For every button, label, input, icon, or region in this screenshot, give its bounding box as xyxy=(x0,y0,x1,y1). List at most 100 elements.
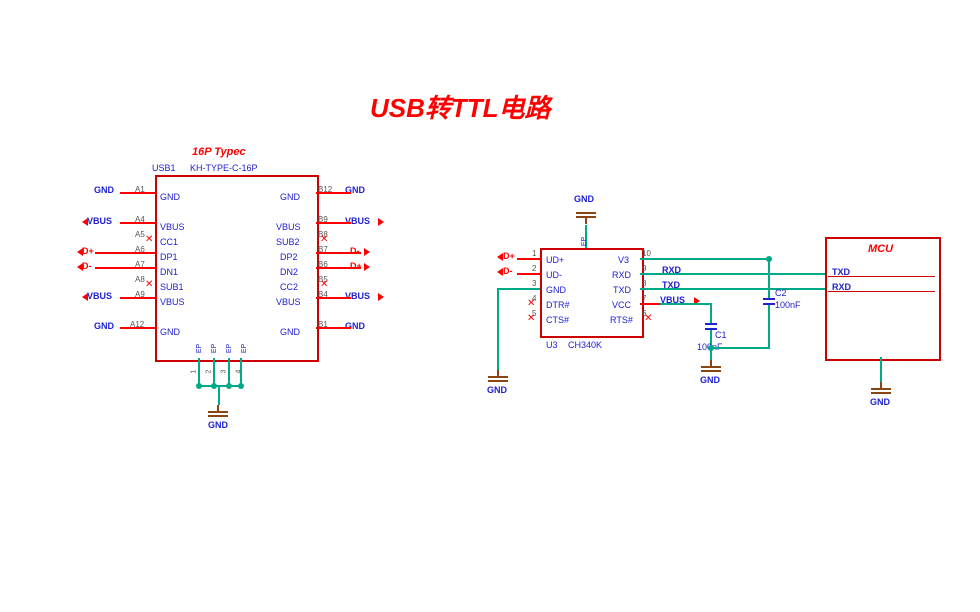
cap-plate xyxy=(705,323,717,325)
junction-dot xyxy=(766,256,772,262)
ground-symbol xyxy=(701,360,721,374)
pin-ep-num: 3 xyxy=(220,370,227,374)
net-gnd: GND xyxy=(94,185,114,195)
junction-dot xyxy=(211,383,217,389)
divider xyxy=(828,276,935,277)
arrow xyxy=(497,268,503,276)
net-vbus: VBUS xyxy=(87,291,112,301)
pin-gnd: GND xyxy=(546,285,566,295)
net-vbus: VBUS xyxy=(345,216,370,226)
cap-plate xyxy=(763,298,775,300)
pin-ep-num: 1 xyxy=(190,370,197,374)
mcu-title: MCU xyxy=(868,243,893,255)
junction-dot xyxy=(708,345,714,351)
ground-symbol xyxy=(871,382,891,396)
net-dplus: D+ xyxy=(350,261,362,271)
net-dminus: D- xyxy=(350,246,360,256)
pin-dp1: DP1 xyxy=(160,252,178,262)
wire xyxy=(316,222,351,224)
pin-dn2: DN2 xyxy=(280,267,298,277)
pin-cc2: CC2 xyxy=(280,282,298,292)
gnd-label: GND xyxy=(700,375,720,385)
wire xyxy=(497,288,499,370)
schematic-title: USB转TTL电路 xyxy=(370,88,551,125)
pin-vbus-l: VBUS xyxy=(160,222,185,232)
wire xyxy=(497,288,540,290)
junction-dot xyxy=(226,383,232,389)
nc-mark: ✕ xyxy=(644,313,652,324)
wire-c1c2gnd xyxy=(710,347,770,349)
nc-mark: ✕ xyxy=(145,234,153,245)
arrow xyxy=(378,293,384,301)
pin-rts: RTS# xyxy=(610,315,633,325)
pin-ep: EP xyxy=(196,344,203,353)
c1-ref: C1 xyxy=(715,330,727,340)
pin-ep: EP xyxy=(241,344,248,353)
pin-ep: EP xyxy=(226,344,233,353)
wire xyxy=(198,385,242,387)
net-dminus: D- xyxy=(503,266,513,276)
mcu-box xyxy=(825,237,941,361)
wire-rxd xyxy=(640,273,825,275)
ch-ref: U3 xyxy=(546,340,558,350)
pin-gnd-l2: GND xyxy=(160,327,180,337)
net-vbus: VBUS xyxy=(87,216,112,226)
pin-vbus-r2: VBUS xyxy=(276,297,301,307)
pin-ep: EP xyxy=(211,344,218,353)
net-gnd: GND xyxy=(345,321,365,331)
pin-a5: A5 xyxy=(135,230,145,239)
pin-vcc: VCC xyxy=(612,300,631,310)
pin-a8: A8 xyxy=(135,275,145,284)
wire xyxy=(213,358,215,386)
wire xyxy=(218,385,220,405)
wire xyxy=(228,358,230,386)
pin-3: 3 xyxy=(532,279,536,288)
c2-val: 100nF xyxy=(775,300,801,310)
ch-part: CH340K xyxy=(568,340,602,350)
nc-mark: ✕ xyxy=(527,313,535,324)
arrow xyxy=(364,263,370,271)
ch-gnd-top: GND xyxy=(574,194,594,204)
pin-sub2: SUB2 xyxy=(276,237,300,247)
ground-symbol xyxy=(208,405,228,419)
net-gnd: GND xyxy=(94,321,114,331)
pin-udplus: UD+ xyxy=(546,255,564,265)
pin-2: 2 xyxy=(532,264,536,273)
pin-ep-num: 2 xyxy=(205,370,212,374)
arrow xyxy=(77,263,83,271)
wire xyxy=(240,358,242,386)
wire xyxy=(95,252,155,254)
usb-part: KH-TYPE-C-16P xyxy=(190,163,258,173)
c2-ref: C2 xyxy=(775,288,787,298)
wire xyxy=(316,252,361,254)
wire xyxy=(316,267,361,269)
wire xyxy=(517,258,540,260)
pin-udminus: UD- xyxy=(546,270,562,280)
schematic-canvas: { "title": "USB转TTL电路", "usb": { "title"… xyxy=(0,0,980,612)
pin-1: 1 xyxy=(532,249,536,258)
ground-symbol xyxy=(576,210,596,224)
wire xyxy=(120,222,155,224)
arrow xyxy=(378,218,384,226)
wire xyxy=(768,258,770,298)
pin-cts: CTS# xyxy=(546,315,569,325)
arrow xyxy=(82,293,88,301)
nc-mark: ✕ xyxy=(145,279,153,290)
wire xyxy=(316,297,351,299)
divider xyxy=(828,291,935,292)
wire xyxy=(316,192,351,194)
wire xyxy=(198,358,200,386)
nc-mark: ✕ xyxy=(320,279,328,290)
wire xyxy=(120,192,155,194)
wire xyxy=(517,273,540,275)
junction-dot xyxy=(238,383,244,389)
pin-8: 8 xyxy=(642,279,646,288)
gnd-label: GND xyxy=(487,385,507,395)
pin-dtr: DTR# xyxy=(546,300,570,310)
net-vbus: VBUS xyxy=(345,291,370,301)
wire-v3 xyxy=(640,258,770,260)
pin-gnd-l: GND xyxy=(160,192,180,202)
junction-dot xyxy=(196,383,202,389)
pin-7: 7 xyxy=(642,294,646,303)
wire xyxy=(710,303,712,323)
